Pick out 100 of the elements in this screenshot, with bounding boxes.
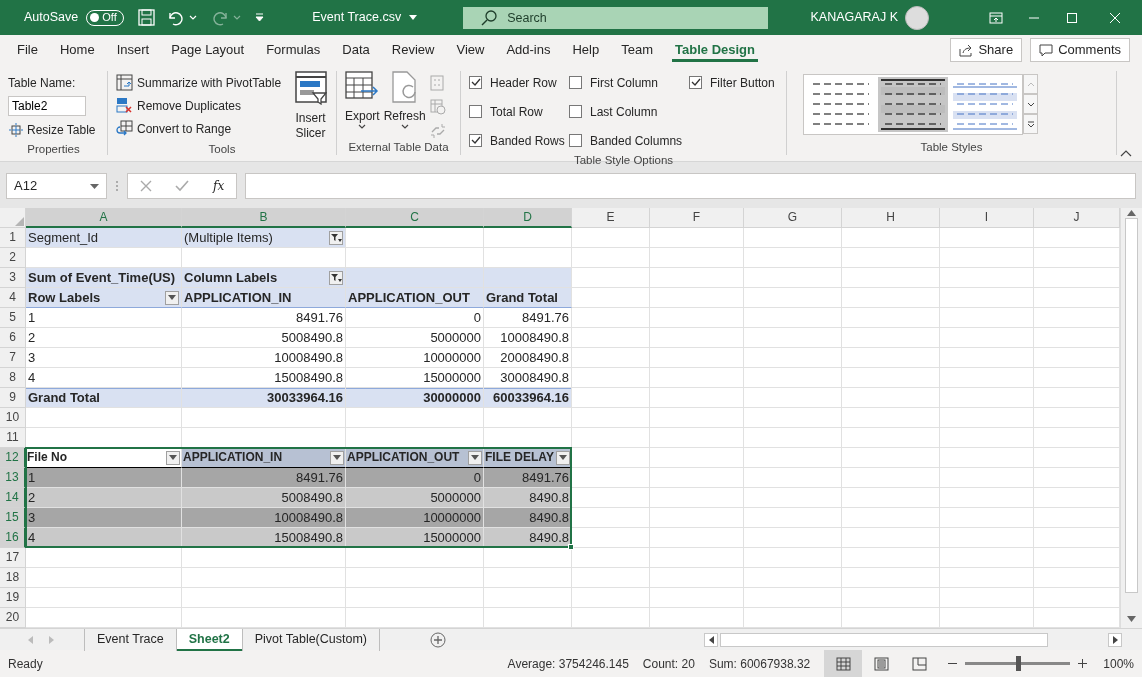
table-cell[interactable]: 30000000 — [346, 388, 484, 408]
row-header[interactable]: 12 — [0, 448, 26, 468]
table-cell[interactable] — [842, 268, 940, 288]
collapse-ribbon-icon[interactable] — [1120, 150, 1132, 157]
table-cell[interactable] — [842, 588, 940, 608]
filter-button[interactable] — [165, 290, 179, 305]
table-cell[interactable] — [940, 548, 1034, 568]
checkbox[interactable]: Filter Button — [689, 71, 778, 94]
checkbox[interactable]: First Column — [569, 71, 687, 94]
row-header[interactable]: 7 — [0, 348, 26, 368]
table-cell[interactable] — [650, 268, 744, 288]
table-cell[interactable] — [940, 268, 1034, 288]
ribbon-tab[interactable]: Team — [612, 35, 663, 65]
table-cell[interactable] — [346, 408, 484, 428]
scroll-up-button[interactable] — [1023, 74, 1038, 94]
table-cell[interactable] — [650, 428, 744, 448]
customize-icon[interactable] — [255, 13, 265, 22]
table-cell[interactable] — [842, 488, 940, 508]
column-header[interactable]: I — [940, 208, 1034, 228]
more-styles-button[interactable] — [1023, 114, 1038, 134]
table-cell[interactable] — [484, 568, 572, 588]
ribbon-tab[interactable]: Data — [333, 35, 379, 65]
row-header[interactable]: 1 — [0, 228, 26, 248]
scroll-down-button[interactable] — [1023, 94, 1038, 114]
name-box[interactable]: A12 — [6, 173, 107, 199]
table-cell[interactable]: 8490.8 — [484, 508, 572, 528]
table-cell[interactable] — [842, 248, 940, 268]
table-cell[interactable]: 20008490.8 — [484, 348, 572, 368]
table-cell[interactable] — [572, 348, 650, 368]
view-button[interactable] — [824, 650, 863, 677]
column-header[interactable]: H — [842, 208, 940, 228]
table-cell[interactable] — [842, 568, 940, 588]
table-cell[interactable] — [842, 468, 940, 488]
table-cell[interactable]: 1 — [26, 468, 182, 488]
table-cell[interactable]: 60033964.16 — [484, 388, 572, 408]
table-cell[interactable] — [744, 328, 842, 348]
undo-icon[interactable] — [167, 9, 186, 26]
column-header[interactable]: J — [1034, 208, 1120, 228]
formula-field[interactable] — [245, 173, 1136, 199]
row-header[interactable]: 15 — [0, 508, 26, 528]
maximize-icon[interactable] — [1067, 12, 1077, 23]
checkbox[interactable]: Banded Rows — [469, 129, 567, 152]
scrollbar-thumb[interactable] — [1125, 218, 1138, 593]
row-header[interactable]: 9 — [0, 388, 26, 408]
table-cell[interactable]: 8491.76 — [484, 468, 572, 488]
table-cell[interactable] — [744, 568, 842, 588]
table-cell[interactable] — [650, 588, 744, 608]
table-cell[interactable]: 8491.76 — [182, 308, 346, 328]
table-cell[interactable] — [346, 228, 484, 248]
row-header[interactable]: 8 — [0, 368, 26, 388]
table-cell[interactable]: 15000000 — [346, 368, 484, 388]
table-cell[interactable] — [744, 288, 842, 308]
ribbon-tab[interactable]: Formulas — [257, 35, 330, 65]
table-cell[interactable] — [650, 388, 744, 408]
table-cell[interactable]: Row Labels — [26, 288, 182, 308]
table-cell[interactable]: 5008490.8 — [182, 488, 346, 508]
table-cell[interactable] — [744, 508, 842, 528]
table-cell[interactable] — [650, 508, 744, 528]
table-cell[interactable]: 30033964.16 — [182, 388, 346, 408]
next-sheet-icon[interactable] — [49, 635, 54, 644]
ribbon-tab[interactable]: Add-ins — [497, 35, 560, 65]
fill-handle[interactable] — [568, 544, 574, 550]
table-cell[interactable]: 30008490.8 — [484, 368, 572, 388]
table-cell[interactable]: 15000000 — [346, 528, 484, 548]
zoom-in-icon[interactable] — [1078, 659, 1088, 668]
scrollbar-thumb[interactable] — [720, 632, 1048, 647]
row-header[interactable]: 14 — [0, 488, 26, 508]
row-header[interactable]: 2 — [0, 248, 26, 268]
table-cell[interactable] — [842, 508, 940, 528]
column-header[interactable]: G — [744, 208, 842, 228]
table-cell[interactable] — [182, 568, 346, 588]
scroll-down-icon[interactable] — [1127, 616, 1136, 622]
table-cell[interactable] — [940, 528, 1034, 548]
table-cell[interactable] — [650, 328, 744, 348]
column-header[interactable]: C — [346, 208, 484, 228]
close-icon[interactable] — [1110, 12, 1120, 23]
table-cell[interactable] — [744, 548, 842, 568]
table-cell[interactable] — [572, 228, 650, 248]
table-cell[interactable] — [26, 408, 182, 428]
resize-table-button[interactable]: Resize Table — [8, 118, 99, 141]
column-header[interactable]: A — [26, 208, 182, 228]
table-cell[interactable]: 8491.76 — [182, 468, 346, 488]
table-cell[interactable] — [842, 428, 940, 448]
row-header[interactable]: 19 — [0, 588, 26, 608]
row-header[interactable]: 17 — [0, 548, 26, 568]
table-cell[interactable] — [346, 588, 484, 608]
table-cell[interactable]: 0 — [346, 468, 484, 488]
table-cell[interactable] — [572, 508, 650, 528]
table-cell[interactable]: 5008490.8 — [182, 328, 346, 348]
row-header[interactable]: 4 — [0, 288, 26, 308]
table-cell[interactable] — [744, 408, 842, 428]
table-name-field[interactable]: Table2 — [8, 96, 86, 116]
table-cell[interactable] — [940, 508, 1034, 528]
ribbon-display-icon[interactable] — [989, 11, 1003, 24]
table-cell[interactable]: 5000000 — [346, 488, 484, 508]
table-cell[interactable] — [182, 588, 346, 608]
insert-function-button[interactable]: fx — [213, 177, 225, 195]
sheet-tab[interactable]: Sheet2 — [176, 628, 243, 651]
table-cell[interactable] — [744, 368, 842, 388]
table-cell[interactable] — [484, 268, 572, 288]
